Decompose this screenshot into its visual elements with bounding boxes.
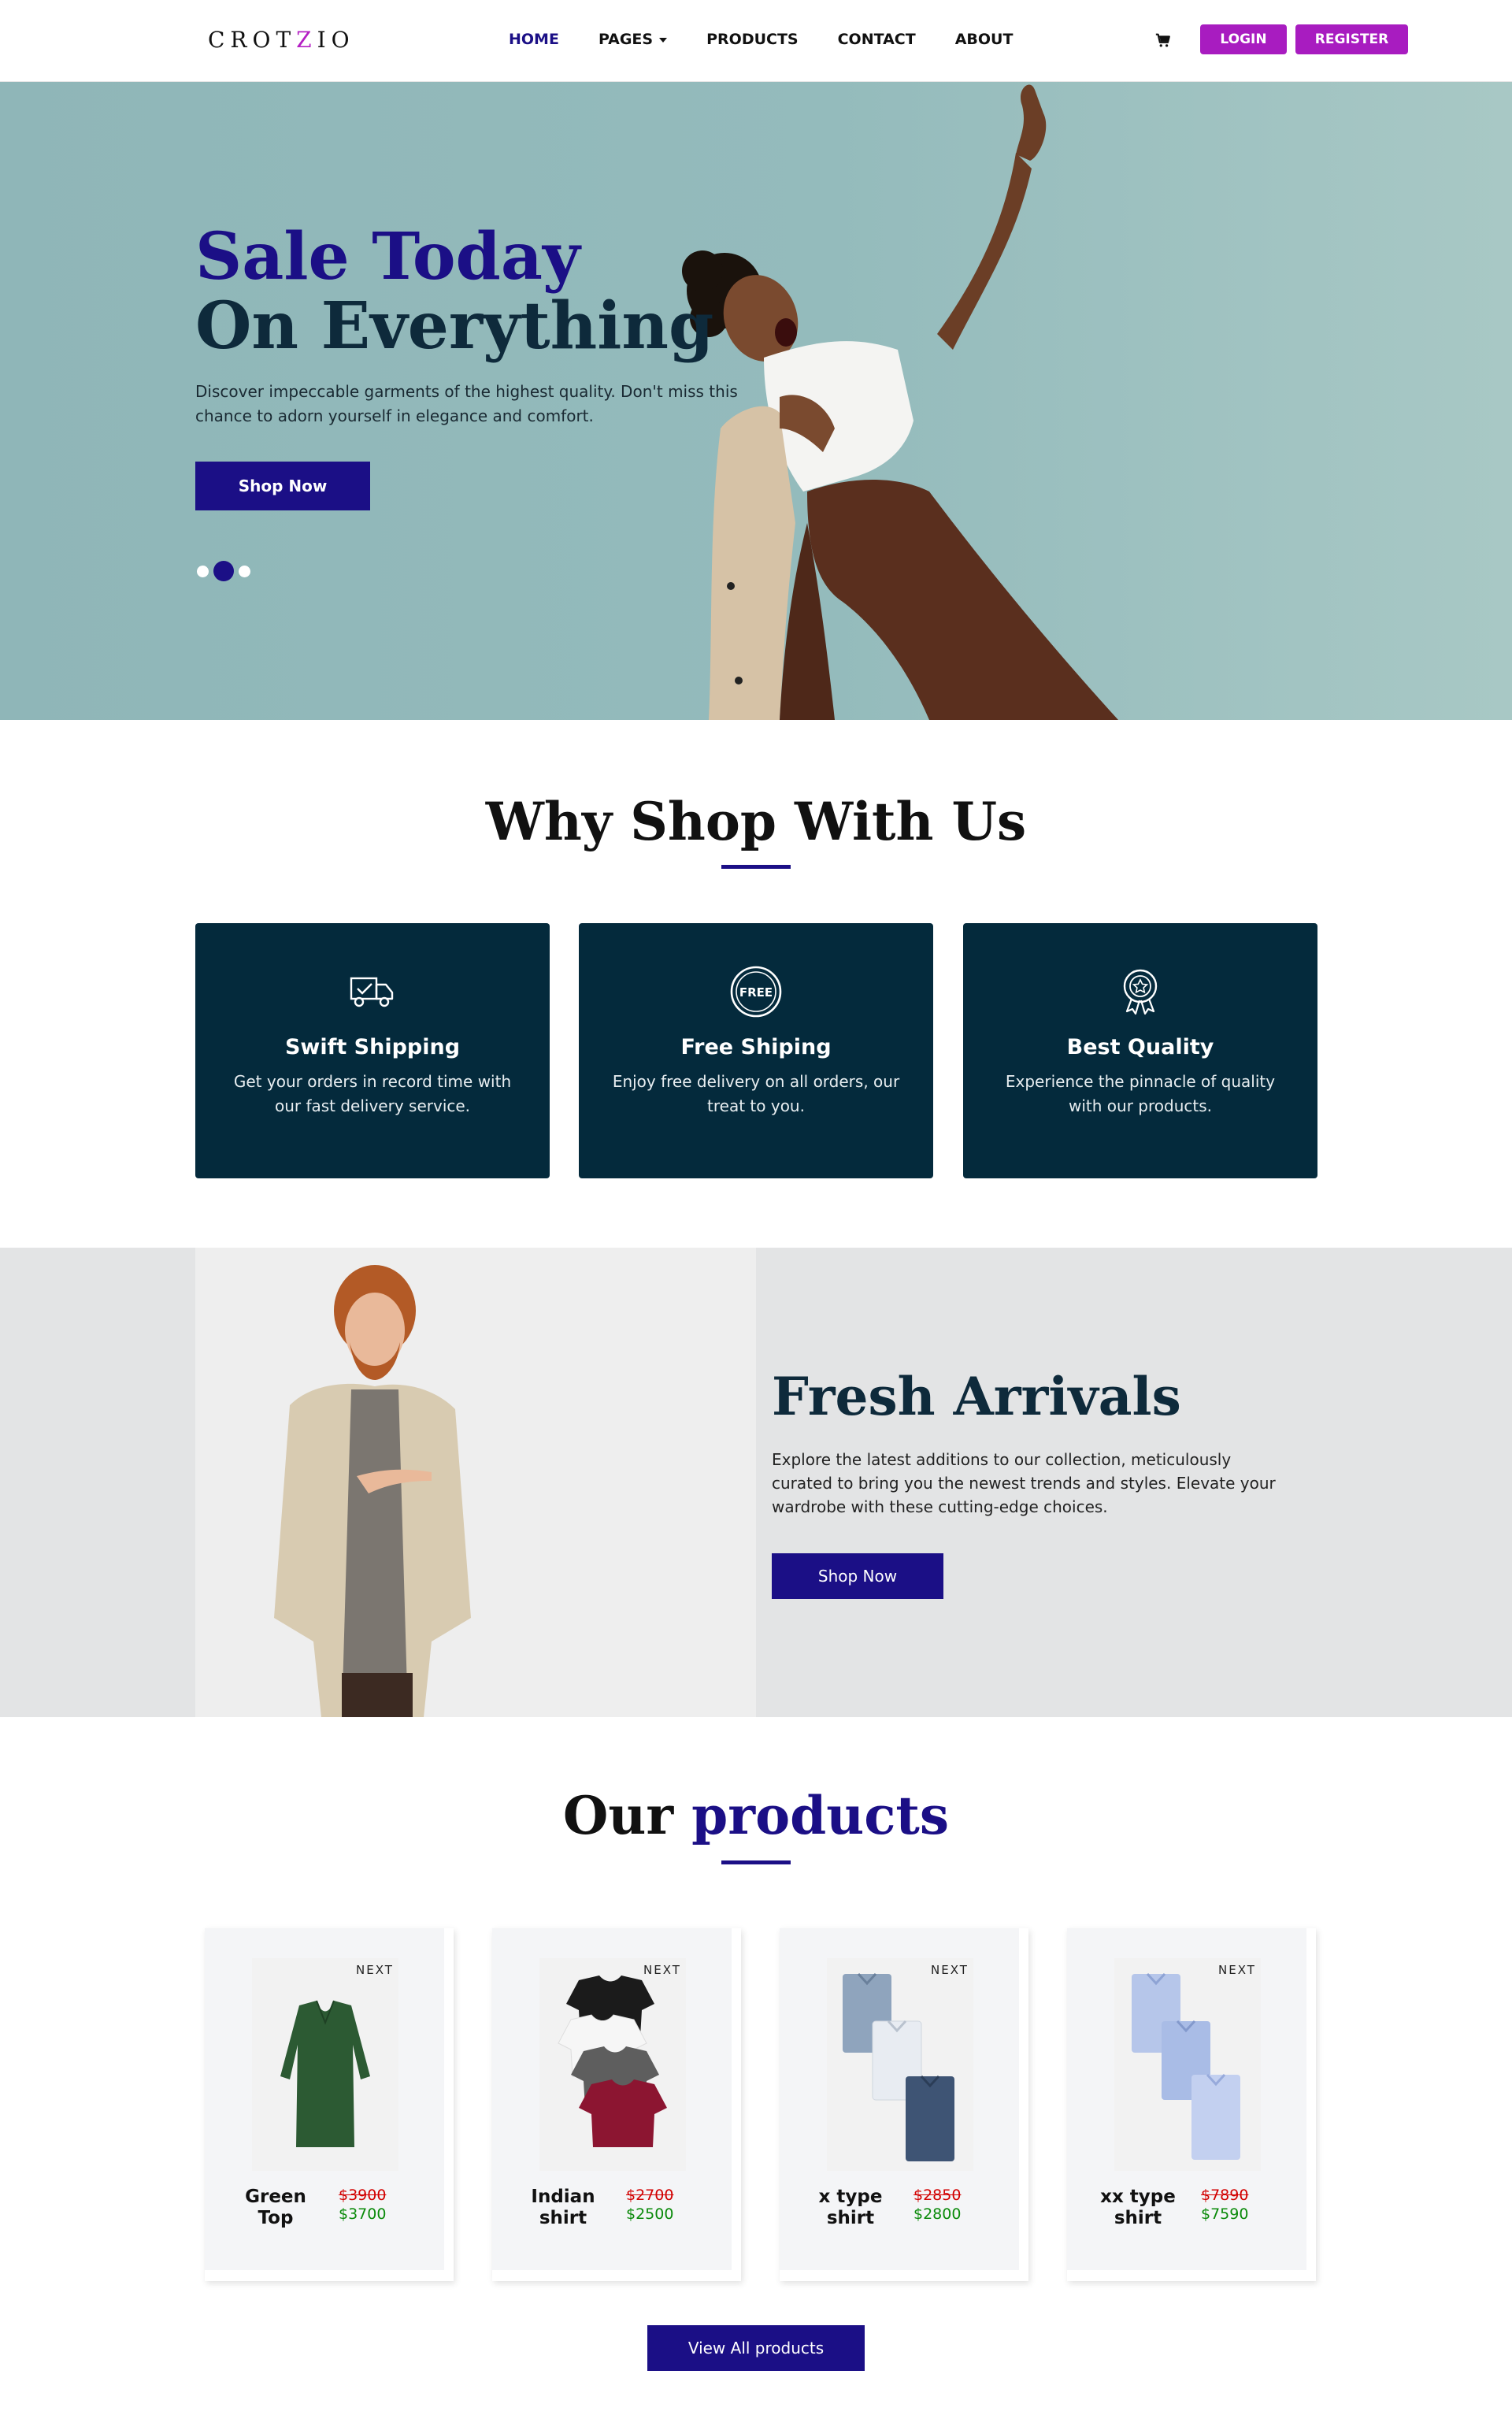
hero-title: Sale Today On Everything (195, 222, 713, 361)
login-button[interactable]: LOGIN (1200, 24, 1287, 54)
arrivals-description: Explore the latest additions to our coll… (772, 1450, 1276, 1516)
product-image-green-top (252, 1958, 398, 2171)
logo-text-accent: Z (296, 27, 317, 53)
product-brand: NEXT (356, 1963, 394, 1977)
product-old-price: $3900 (339, 2187, 387, 2204)
product-card[interactable]: NEXT Indian shirt $2700 $2500 (492, 1928, 741, 2281)
product-name[interactable]: Indian shirt (516, 2187, 610, 2229)
fresh-arrivals-section: Fresh Arrivals Explore the latest additi… (0, 1248, 1512, 1717)
feature-card-shipping: Swift Shipping Get your orders in record… (195, 923, 550, 1178)
site-header: CROTZIO HOME PAGES PRODUCTS CONTACT ABOU… (0, 0, 1512, 82)
nav-pages[interactable]: PAGES (598, 31, 668, 48)
product-card[interactable]: NEXT xx type shirt $7890 $7590 (1067, 1928, 1316, 2281)
product-new-price: $3700 (339, 2205, 387, 2223)
product-brand: NEXT (1218, 1963, 1256, 1977)
product-image-x-type-shirt (827, 1958, 973, 2171)
feature-title: Best Quality (1066, 1035, 1214, 1059)
product-brand: NEXT (931, 1963, 969, 1977)
free-badge-icon: FREE (730, 966, 782, 1018)
product-name[interactable]: xx type shirt (1091, 2187, 1185, 2229)
carousel-indicators (197, 561, 250, 581)
product-card-body: NEXT Green Top $3900 $3700 (205, 1928, 444, 2270)
carousel-dot-active[interactable] (213, 561, 234, 581)
arrivals-title: Fresh Arrivals (772, 1366, 1181, 1427)
product-old-price: $2850 (914, 2187, 962, 2204)
products-section-title: Our products (0, 1785, 1512, 1846)
main-nav: HOME PAGES PRODUCTS CONTACT ABOUT (509, 31, 1052, 48)
arrivals-shop-now-button[interactable]: Shop Now (772, 1553, 943, 1599)
why-title-underline (721, 865, 791, 869)
logo-text-start: CROT (208, 27, 297, 53)
hero-title-line1: Sale Today (195, 219, 580, 295)
nav-products[interactable]: PRODUCTS (706, 31, 799, 48)
product-new-price: $2500 (626, 2205, 674, 2223)
product-card[interactable]: NEXT Green Top $3900 $3700 (205, 1928, 454, 2281)
product-name[interactable]: x type shirt (803, 2187, 898, 2229)
chevron-down-icon (659, 37, 668, 43)
logo-text-end: IO (317, 27, 355, 53)
product-card[interactable]: NEXT x type shirt $2850 $2800 (780, 1928, 1028, 2281)
feature-card-free-shipping: FREE Free Shiping Enjoy free delivery on… (579, 923, 933, 1178)
nav-contact[interactable]: CONTACT (838, 31, 916, 48)
feature-description: Get your orders in record time with our … (233, 1072, 512, 1115)
feature-card-quality: Best Quality Experience the pinnacle of … (963, 923, 1317, 1178)
product-brand: NEXT (643, 1963, 681, 1977)
nav-pages-label: PAGES (598, 31, 654, 48)
products-title-underline (721, 1860, 791, 1864)
hero-banner: Sale Today On Everything Discover impecc… (0, 82, 1512, 720)
product-card-body: NEXT xx type shirt $7890 $7590 (1067, 1928, 1306, 2270)
svg-text:FREE: FREE (739, 985, 773, 1000)
register-button[interactable]: REGISTER (1295, 24, 1408, 54)
feature-description: Experience the pinnacle of quality with … (1005, 1072, 1276, 1115)
logo[interactable]: CROTZIO (208, 27, 355, 53)
product-image-indian-shirt (539, 1958, 686, 2171)
view-all-products-button[interactable]: View All products (647, 2325, 865, 2371)
cart-icon[interactable] (1154, 32, 1172, 49)
hero-description: Discover impeccable garments of the high… (195, 382, 738, 425)
carousel-dot[interactable] (197, 565, 209, 577)
feature-title: Free Shiping (680, 1035, 832, 1059)
products-title-start: Our (562, 1785, 674, 1846)
product-card-body: NEXT Indian shirt $2700 $2500 (492, 1928, 732, 2270)
product-old-price: $7890 (1201, 2187, 1249, 2204)
product-name[interactable]: Green Top (228, 2187, 323, 2229)
why-section-title: Why Shop With Us (485, 791, 1027, 852)
truck-icon (350, 977, 394, 1007)
product-card-body: NEXT x type shirt $2850 $2800 (780, 1928, 1019, 2270)
feature-description: Enjoy free delivery on all orders, our t… (612, 1072, 900, 1115)
product-old-price: $2700 (626, 2187, 674, 2204)
product-new-price: $7590 (1201, 2205, 1249, 2223)
hero-shop-now-button[interactable]: Shop Now (195, 462, 370, 510)
nav-about[interactable]: ABOUT (955, 31, 1014, 48)
feature-title: Swift Shipping (284, 1035, 461, 1059)
hero-title-line2: On Everything (195, 288, 714, 364)
nav-home[interactable]: HOME (509, 31, 559, 48)
arrivals-model-image (195, 1248, 756, 1717)
award-ribbon-icon (1123, 969, 1158, 1015)
carousel-dot[interactable] (239, 565, 250, 577)
products-title-highlight: products (691, 1785, 950, 1846)
product-new-price: $2800 (914, 2205, 962, 2223)
product-image-xx-type-shirt (1114, 1958, 1261, 2171)
